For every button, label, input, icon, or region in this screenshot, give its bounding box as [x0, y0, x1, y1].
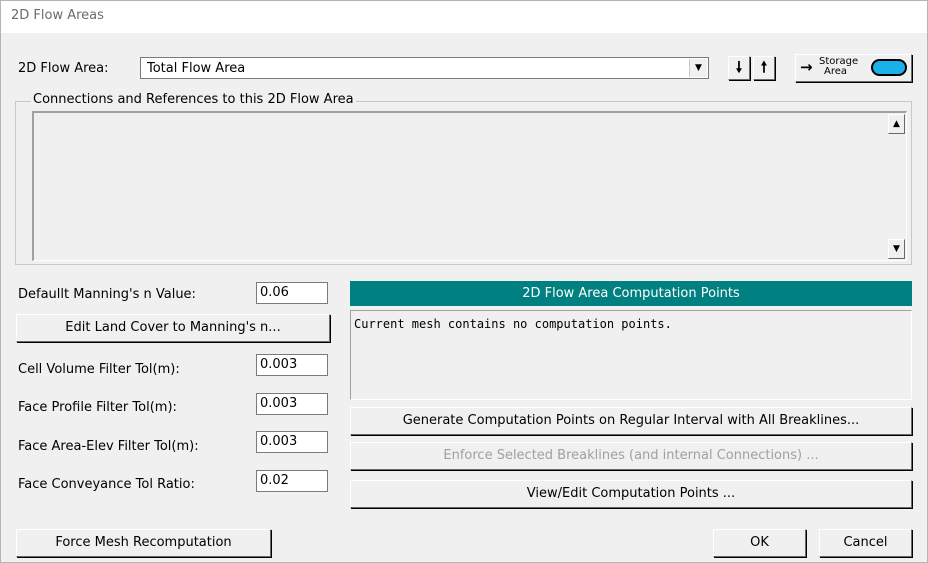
- face-conveyance-input[interactable]: 0.02: [256, 470, 328, 492]
- move-up-button[interactable]: 🠕: [753, 56, 775, 80]
- cell-volume-input[interactable]: 0.003: [256, 354, 328, 376]
- enforce-breaklines-button[interactable]: Enforce Selected Breaklines (and interna…: [350, 442, 912, 470]
- connections-scrollbar[interactable]: ▲ ▼: [888, 114, 905, 259]
- window-title: 2D Flow Areas: [11, 8, 104, 23]
- scroll-down-button[interactable]: ▼: [888, 239, 905, 259]
- generate-points-button[interactable]: Generate Computation Points on Regular I…: [350, 407, 912, 435]
- connections-list[interactable]: ▲ ▼: [32, 111, 907, 261]
- storage-area-icon: [871, 59, 907, 76]
- face-profile-input[interactable]: 0.003: [256, 393, 328, 415]
- flow-area-select-value: Total Flow Area: [147, 61, 246, 76]
- cell-volume-label: Cell Volume Filter Tol(m):: [18, 362, 180, 377]
- chevron-down-icon[interactable]: ▼: [689, 59, 707, 77]
- connections-group-label: Connections and References to this 2D Fl…: [31, 92, 356, 107]
- face-conveyance-label: Face Conveyance Tol Ratio:: [18, 477, 195, 492]
- dialog-window: 2D Flow Areas 2D Flow Area: Total Flow A…: [0, 0, 928, 563]
- storage-area-button[interactable]: → Storage Area: [795, 54, 912, 82]
- arrow-right-icon: →: [800, 58, 813, 76]
- computation-points-header: 2D Flow Area Computation Points: [350, 281, 912, 306]
- cancel-button[interactable]: Cancel: [819, 529, 912, 557]
- triangle-down-icon: ▼: [893, 244, 900, 254]
- storage-label-bottom: Area: [824, 66, 848, 77]
- flow-area-select[interactable]: Total Flow Area ▼: [140, 57, 709, 79]
- arrow-down-icon: 🠗: [735, 58, 743, 76]
- mannings-input[interactable]: 0.06: [256, 282, 328, 304]
- arrow-up-icon: 🠕: [760, 58, 768, 76]
- view-edit-points-button[interactable]: View/Edit Computation Points ...: [350, 480, 912, 508]
- move-down-button[interactable]: 🠗: [728, 56, 750, 80]
- scroll-up-button[interactable]: ▲: [888, 114, 905, 134]
- flow-area-label: 2D Flow Area:: [18, 61, 109, 76]
- face-area-elev-input[interactable]: 0.003: [256, 431, 328, 453]
- triangle-up-icon: ▲: [893, 119, 900, 129]
- ok-button[interactable]: OK: [713, 529, 806, 557]
- force-mesh-recomputation-button[interactable]: Force Mesh Recomputation: [16, 529, 271, 557]
- title-bar: 2D Flow Areas: [1, 1, 927, 33]
- edit-land-cover-button[interactable]: Edit Land Cover to Manning's n...: [16, 314, 330, 342]
- face-profile-label: Face Profile Filter Tol(m):: [18, 400, 177, 415]
- mannings-label: Defaullt Manning's n Value:: [18, 287, 196, 302]
- computation-message-box[interactable]: Current mesh contains no computation poi…: [350, 310, 912, 400]
- face-area-elev-label: Face Area-Elev Filter Tol(m):: [18, 439, 199, 454]
